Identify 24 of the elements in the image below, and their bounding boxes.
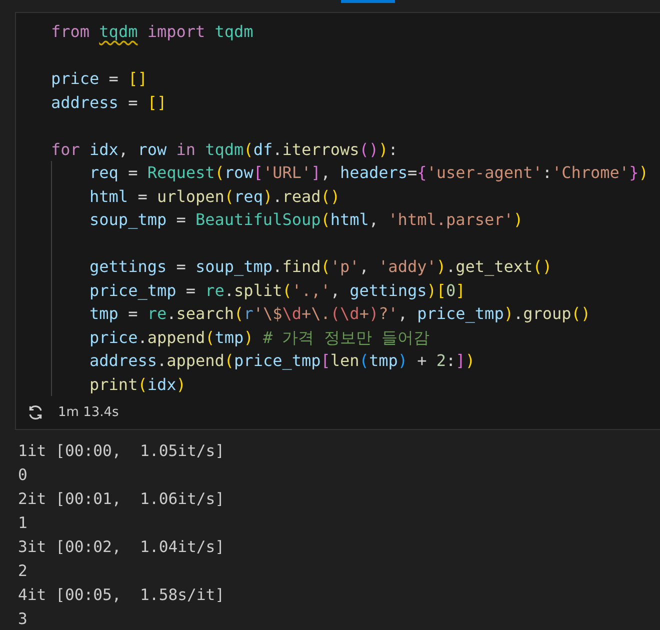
- code-line: address = []: [51, 92, 167, 114]
- code-line: soup_tmp = BeautifulSoup(html, 'html.parser'): [90, 209, 524, 231]
- code-line: print(idx): [90, 374, 186, 396]
- output-line: 2: [18, 561, 28, 582]
- output-line: 3it [00:02, 1.04it/s]: [18, 537, 225, 558]
- code-line: price.append(tmp) # 가격 정보만 들어감: [90, 326, 430, 348]
- code-line: price_tmp = re.split('.,', gettings)[0]: [90, 280, 466, 302]
- code-line: address.append(price_tmp[len(tmp) + 2:]): [90, 350, 475, 372]
- code-line: from tqdm import tqdm: [51, 21, 254, 43]
- output-line: 2it [00:01, 1.06it/s]: [18, 489, 225, 510]
- output-line: 1it [00:00, 1.05it/s]: [18, 441, 225, 462]
- code-line: html = urlopen(req).read(): [90, 186, 340, 208]
- code-line: price = []: [51, 68, 148, 90]
- output-line: 0: [18, 465, 28, 486]
- output-line: 4it [00:05, 1.58s/it]: [18, 585, 225, 606]
- code-line: gettings = soup_tmp.find('p', 'addy').get_text(): [90, 256, 552, 278]
- output-line: 3: [18, 609, 28, 630]
- code-line: for idx, row in tqdm(df.iterrows()):: [51, 138, 398, 160]
- refresh-icon[interactable]: [27, 404, 44, 421]
- code-line: req = Request(row['URL'], headers={'user-agent':'Chrome'}): [90, 162, 648, 184]
- execution-time: 1m 13.4s: [58, 405, 119, 420]
- code-line: tmp = re.search(r'\$\d+\.(\d+)?', price_tmp).group(): [90, 303, 591, 325]
- active-tab-indicator: [341, 0, 395, 3]
- output-line: 1: [18, 513, 28, 534]
